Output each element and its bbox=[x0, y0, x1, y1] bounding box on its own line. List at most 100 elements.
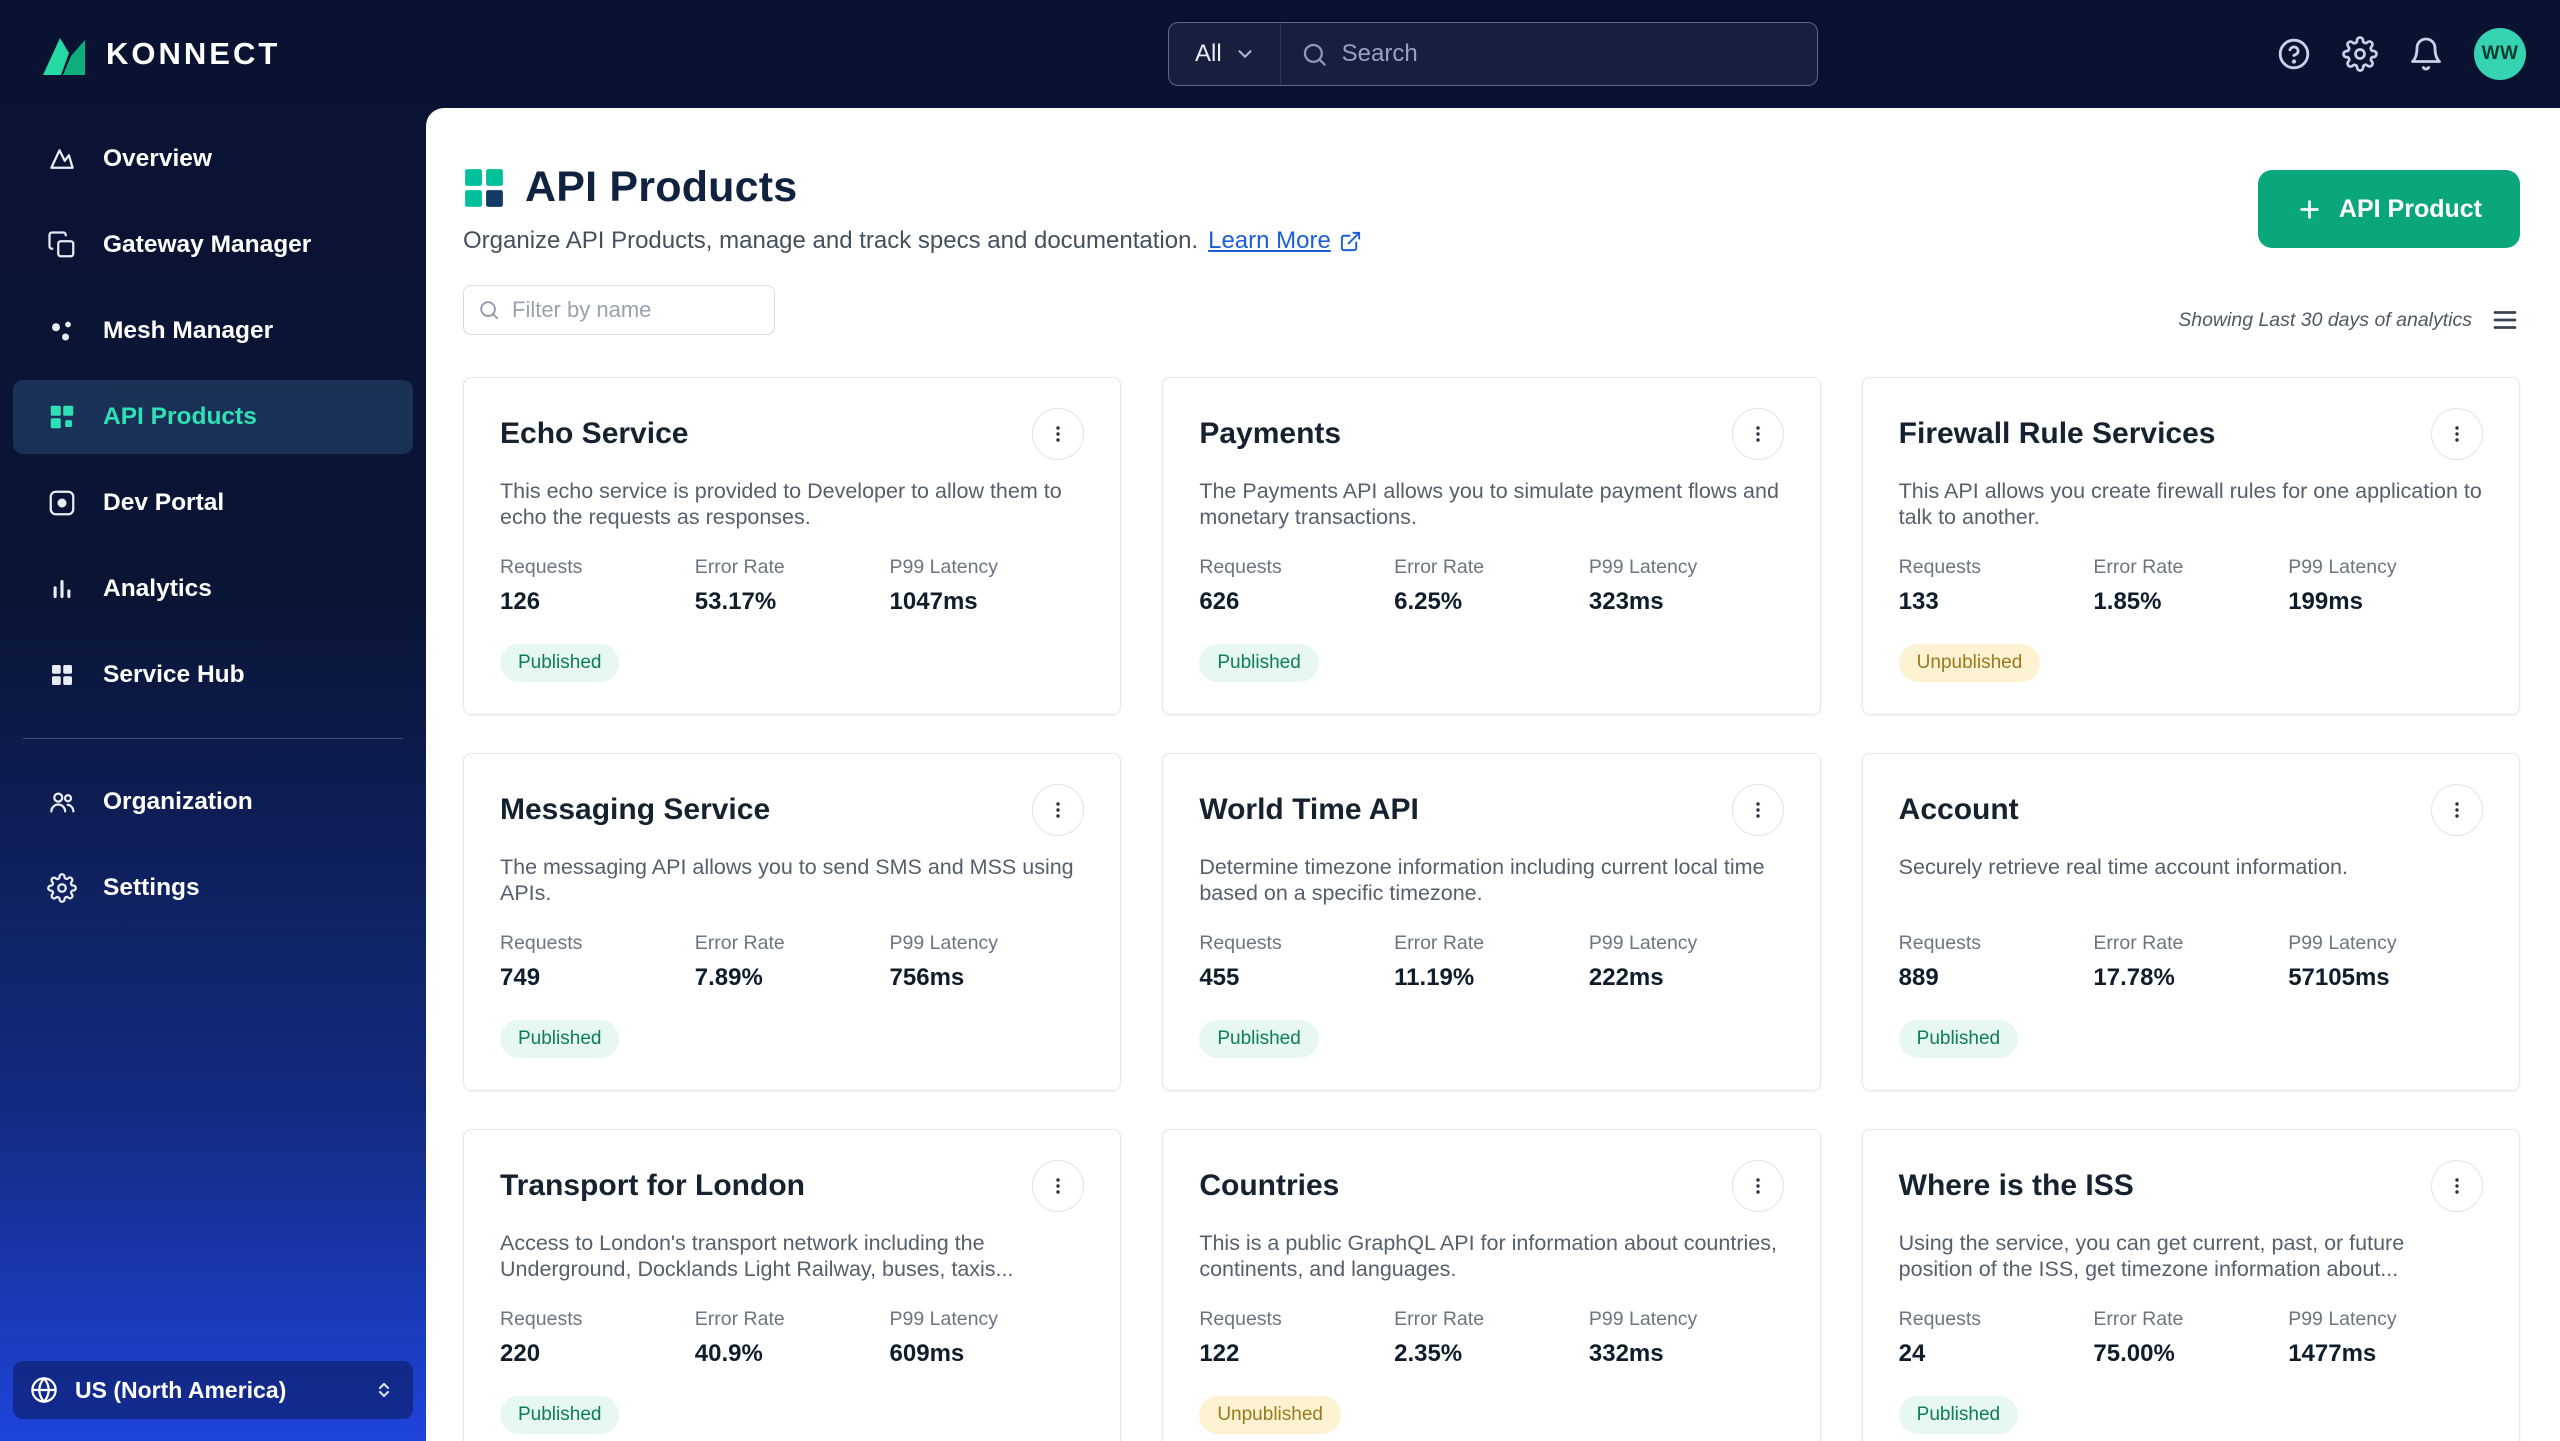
filter-search-icon bbox=[478, 299, 500, 321]
sidebar-item-organization[interactable]: Organization bbox=[13, 765, 413, 839]
learn-more-link[interactable]: Learn More bbox=[1208, 227, 1362, 255]
api-product-card[interactable]: Countries This is a public GraphQL API f… bbox=[1162, 1129, 1821, 1441]
stat-requests-value: 749 bbox=[500, 964, 541, 991]
status-badge: Unpublished bbox=[1199, 1396, 1341, 1434]
kebab-menu-button[interactable] bbox=[1032, 408, 1085, 460]
filter-input[interactable] bbox=[512, 297, 800, 323]
kebab-icon bbox=[2445, 798, 2469, 822]
help-icon[interactable] bbox=[2276, 36, 2312, 72]
analytics-range-note: Showing Last 30 days of analytics bbox=[2178, 308, 2472, 331]
card-stats: Requests 133 Error Rate 1.85% P99 Latenc… bbox=[1899, 556, 2483, 616]
sidebar-divider bbox=[23, 738, 403, 739]
sidebar-item-overview[interactable]: Overview bbox=[13, 122, 413, 196]
settings-icon bbox=[47, 873, 77, 903]
brand-name: KONNECT bbox=[106, 36, 281, 71]
search-box bbox=[1281, 40, 1817, 68]
status-badge: Published bbox=[500, 644, 620, 682]
kebab-icon bbox=[2445, 422, 2469, 446]
stat-error-rate-value: 11.19% bbox=[1394, 964, 1475, 991]
stat-p99-latency: P99 Latency 199ms bbox=[2288, 556, 2483, 616]
sidebar-item-api-products[interactable]: API Products bbox=[13, 380, 413, 454]
stat-error-rate: Error Rate 6.25% bbox=[1394, 556, 1589, 616]
stat-p99-latency-value: 57105ms bbox=[2288, 964, 2390, 991]
kebab-icon bbox=[1746, 1174, 1770, 1198]
gateway-icon bbox=[47, 230, 77, 260]
stat-requests-value: 126 bbox=[500, 588, 541, 615]
stat-requests-value: 122 bbox=[1199, 1340, 1240, 1367]
sidebar-item-label: Mesh Manager bbox=[103, 317, 274, 344]
card-stats: Requests 749 Error Rate 7.89% P99 Latenc… bbox=[500, 932, 1084, 992]
kebab-menu-button[interactable] bbox=[1032, 1160, 1085, 1212]
stat-error-rate: Error Rate 40.9% bbox=[695, 1308, 890, 1368]
api-product-card[interactable]: Transport for London Access to London's … bbox=[463, 1129, 1122, 1441]
kebab-menu-button[interactable] bbox=[2430, 1160, 2483, 1212]
filter-field bbox=[463, 285, 800, 335]
card-description: The Payments API allows you to simulate … bbox=[1199, 479, 1779, 529]
sidebar-item-label: Gateway Manager bbox=[103, 231, 312, 258]
stat-p99-latency-value: 1047ms bbox=[889, 588, 978, 615]
kebab-icon bbox=[1046, 1174, 1070, 1198]
stat-requests-value: 220 bbox=[500, 1340, 541, 1367]
stat-error-rate-value: 53.17% bbox=[694, 588, 777, 615]
region-selector[interactable]: US (North America) bbox=[13, 1361, 413, 1419]
stat-p99-latency-value: 199ms bbox=[2288, 588, 2363, 615]
sidebar-item-settings[interactable]: Settings bbox=[13, 851, 413, 925]
stat-error-rate-value: 7.89% bbox=[694, 964, 763, 991]
stat-requests: Requests 455 bbox=[1199, 932, 1394, 992]
search-input[interactable] bbox=[1341, 40, 1797, 68]
stat-p99-latency: P99 Latency 756ms bbox=[890, 932, 1085, 992]
stat-p99-latency: P99 Latency 57105ms bbox=[2288, 932, 2483, 992]
sidebar-item-dev-portal[interactable]: Dev Portal bbox=[13, 466, 413, 540]
kebab-menu-button[interactable] bbox=[1731, 408, 1784, 460]
menu-icon[interactable] bbox=[2490, 305, 2520, 335]
avatar[interactable]: WW bbox=[2474, 28, 2526, 80]
kebab-menu-button[interactable] bbox=[2430, 784, 2483, 836]
search-scope-dropdown[interactable]: All bbox=[1169, 23, 1281, 85]
card-title: Where is the ISS bbox=[1898, 1169, 2134, 1202]
konnect-logo-icon bbox=[38, 30, 90, 78]
stat-error-rate: Error Rate 2.35% bbox=[1394, 1308, 1589, 1368]
service-hub-icon bbox=[47, 660, 77, 690]
bell-icon[interactable] bbox=[2408, 36, 2444, 72]
topbar-actions: WW bbox=[2276, 28, 2526, 80]
kebab-menu-button[interactable] bbox=[1731, 784, 1784, 836]
sidebar-item-mesh-manager[interactable]: Mesh Manager bbox=[13, 294, 413, 368]
kebab-menu-button[interactable] bbox=[1032, 784, 1085, 836]
kebab-menu-button[interactable] bbox=[2430, 408, 2483, 460]
konnect-logo[interactable]: KONNECT bbox=[38, 30, 280, 78]
stat-requests: Requests 122 bbox=[1199, 1308, 1394, 1368]
api-product-card[interactable]: Firewall Rule Services This API allows y… bbox=[1861, 377, 2520, 715]
card-title: Countries bbox=[1199, 1169, 1340, 1202]
stat-error-rate-value: 6.25% bbox=[1394, 588, 1463, 615]
api-product-card[interactable]: World Time API Determine timezone inform… bbox=[1162, 753, 1821, 1091]
gear-icon[interactable] bbox=[2342, 36, 2378, 72]
external-link-icon bbox=[1339, 230, 1362, 253]
stat-error-rate-value: 1.85% bbox=[2093, 588, 2162, 615]
chevron-up-down-icon bbox=[369, 1373, 399, 1407]
sidebar-item-label: Overview bbox=[103, 145, 212, 172]
sidebar-item-label: Organization bbox=[103, 788, 253, 815]
sidebar-item-gateway-manager[interactable]: Gateway Manager bbox=[13, 208, 413, 282]
kebab-menu-button[interactable] bbox=[1731, 1160, 1784, 1212]
page-header: API Products Organize API Products, mana… bbox=[463, 163, 2520, 255]
sidebar-item-label: Settings bbox=[103, 874, 200, 901]
status-badge: Unpublished bbox=[1898, 644, 2041, 682]
stat-p99-latency-value: 222ms bbox=[1588, 964, 1664, 991]
stat-requests: Requests 133 bbox=[1899, 556, 2094, 616]
sidebar-item-analytics[interactable]: Analytics bbox=[13, 552, 413, 626]
api-product-card[interactable]: Payments The Payments API allows you to … bbox=[1162, 377, 1821, 715]
api-product-card[interactable]: Where is the ISS Using the service, you … bbox=[1861, 1129, 2520, 1441]
api-product-card[interactable]: Messaging Service The messaging API allo… bbox=[463, 753, 1122, 1091]
api-product-card[interactable]: Echo Service This echo service is provid… bbox=[463, 377, 1122, 715]
sidebar-primary-nav: Overview Gateway Manager Mesh Manager AP… bbox=[13, 122, 413, 712]
stat-error-rate: Error Rate 17.78% bbox=[2093, 932, 2288, 992]
global-search: All bbox=[1168, 22, 1818, 86]
card-description: Determine timezone information including… bbox=[1199, 855, 1765, 905]
api-product-card[interactable]: Account Securely retrieve real time acco… bbox=[1861, 753, 2520, 1091]
page-title: API Products bbox=[525, 163, 798, 211]
status-badge: Published bbox=[1898, 1396, 2019, 1434]
stat-error-rate: Error Rate 75.00% bbox=[2093, 1308, 2288, 1368]
sidebar-item-service-hub[interactable]: Service Hub bbox=[13, 638, 413, 712]
sidebar-item-label: Dev Portal bbox=[103, 489, 225, 516]
new-api-product-button[interactable]: API Product bbox=[2257, 170, 2520, 248]
